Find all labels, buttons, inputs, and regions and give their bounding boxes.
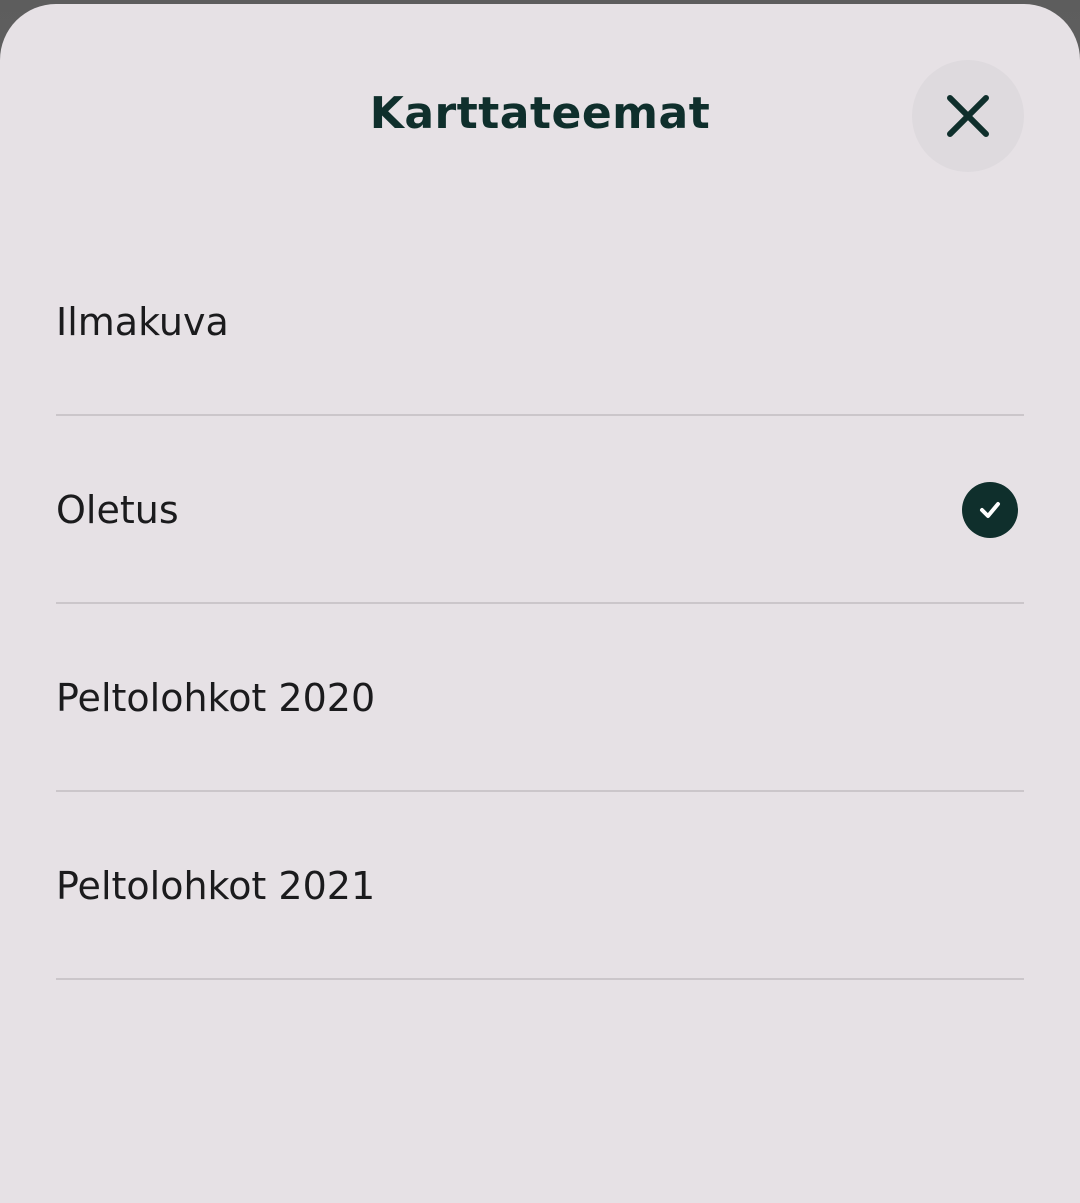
theme-item-label: Peltolohkot 2021 bbox=[56, 864, 376, 908]
theme-item-peltolohkot-2020[interactable]: Peltolohkot 2020 bbox=[56, 604, 1024, 792]
theme-item-label: Peltolohkot 2020 bbox=[56, 676, 376, 720]
map-themes-sheet: Karttateemat Ilmakuva Oletus Peltolohkot… bbox=[0, 4, 1080, 1203]
close-button[interactable] bbox=[912, 60, 1024, 172]
theme-list: Ilmakuva Oletus Peltolohkot 2020 Peltolo… bbox=[56, 228, 1024, 980]
theme-item-peltolohkot-2021[interactable]: Peltolohkot 2021 bbox=[56, 792, 1024, 980]
theme-item-ilmakuva[interactable]: Ilmakuva bbox=[56, 228, 1024, 416]
selected-check-icon bbox=[962, 482, 1018, 538]
theme-item-label: Oletus bbox=[56, 488, 179, 532]
theme-item-label: Ilmakuva bbox=[56, 300, 229, 344]
close-icon bbox=[947, 95, 989, 137]
theme-item-oletus[interactable]: Oletus bbox=[56, 416, 1024, 604]
sheet-header: Karttateemat bbox=[0, 4, 1080, 224]
